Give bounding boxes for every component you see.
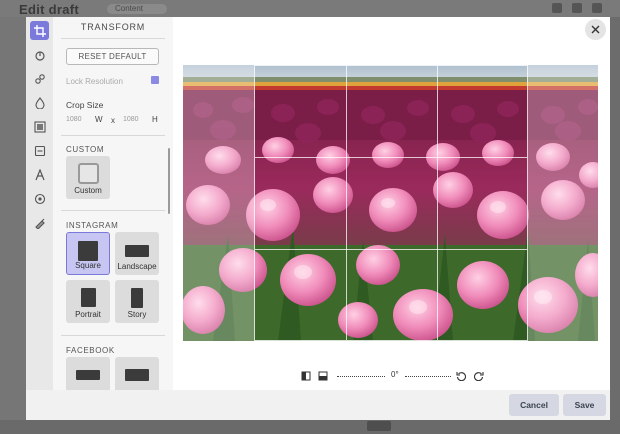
crop-width-input[interactable]: 1080 [66,116,82,123]
save-button[interactable]: Save [563,394,606,416]
preset-label: Story [127,310,147,319]
lock-resolution-label: Lock Resolution [66,77,123,86]
lock-resolution-toggle[interactable] [151,76,159,84]
facebook-post-shape-icon [125,369,149,381]
page-title: Edit draft [19,2,80,17]
crop-grid-line [255,249,527,250]
rotate-left-icon[interactable] [456,371,466,381]
preset-label: Landscape [117,262,157,271]
section-label-custom: CUSTOM [66,145,105,154]
sticker-icon [34,145,45,156]
panel-divider [61,335,165,336]
preset-facebook-1[interactable] [66,357,110,390]
crop-height-input[interactable]: 1080 [123,116,139,123]
rotation-controls: 0° [301,370,491,384]
rotation-slider-right[interactable] [405,376,451,378]
crop-size-inputs: 1080 W x 1080 H [66,115,166,127]
app-header-backdrop: Edit draft Content [0,0,620,17]
text-icon [34,168,45,180]
inbox-icon [552,3,562,13]
rotate-right-icon[interactable] [474,371,484,381]
width-unit-label: W [95,115,103,124]
panel-divider [61,38,165,39]
crop-tool-button[interactable] [30,21,49,40]
frame-icon [33,120,46,133]
story-shape-icon [131,288,143,308]
close-button[interactable] [585,19,606,40]
facebook-cover-shape-icon [76,370,100,380]
tool-rail [26,17,53,390]
preset-label: Custom [74,186,102,195]
rotation-slider-left[interactable] [337,376,385,378]
panel-title: TRANSFORM [80,22,146,32]
modal-footer: Cancel Save [26,390,610,420]
header-icons [552,3,602,13]
transform-panel: TRANSFORM RESET DEFAULT Lock Resolution … [53,17,173,390]
cancel-button[interactable]: Cancel [509,394,559,416]
panel-scrollbar[interactable] [168,148,170,214]
brush-tool-button[interactable] [30,213,49,232]
crop-grid-line [255,157,527,158]
crop-size-label: Crop Size [66,100,104,110]
backdrop-right-edge [610,17,620,434]
section-label-facebook: FACEBOOK [66,346,115,355]
sticker-tool-button[interactable] [30,141,49,160]
status-pill: Content [107,4,167,14]
crop-mask-left [183,65,254,341]
crop-icon [33,24,46,37]
preset-custom[interactable]: Custom [66,156,110,199]
preset-facebook-2[interactable] [115,357,159,390]
adjust-icon [34,73,45,84]
landscape-shape-icon [125,245,149,257]
custom-frame-icon [77,163,99,184]
palette-tool-button[interactable] [30,189,49,208]
crop-frame[interactable] [254,65,528,341]
crop-grid-line [346,66,347,340]
crop-mask-right [528,65,598,341]
backdrop-sidebar [0,17,26,434]
image-editor-modal: TRANSFORM RESET DEFAULT Lock Resolution … [26,17,610,420]
brush-icon [34,218,45,229]
panel-divider [61,135,165,136]
backdrop-footer [0,420,620,434]
panel-divider [61,210,165,211]
preset-label: Square [75,261,101,270]
crop-grid-line [437,66,438,340]
height-unit-label: H [152,115,158,124]
square-shape-icon [78,241,98,261]
fill-icon [34,50,45,61]
rotation-value: 0° [391,370,399,379]
drop-icon [34,96,45,109]
close-icon [591,25,600,34]
preset-landscape[interactable]: Landscape [115,232,159,275]
heart-icon [572,3,582,13]
preset-portrait[interactable]: Portrait [66,280,110,323]
preset-story[interactable]: Story [115,280,159,323]
reset-default-button[interactable]: RESET DEFAULT [66,48,159,65]
preset-square[interactable]: Square [66,232,110,275]
text-tool-button[interactable] [30,165,49,184]
flip-horizontal-icon[interactable] [301,371,311,381]
portrait-shape-icon [80,288,96,307]
backdrop-chip [367,421,391,431]
fill-tool-button[interactable] [30,45,49,64]
user-icon [592,3,602,13]
frame-tool-button[interactable] [30,117,49,136]
flip-vertical-icon[interactable] [318,371,328,381]
preset-label: Portrait [75,310,101,319]
palette-icon [34,193,45,204]
drop-tool-button[interactable] [30,93,49,112]
adjust-tool-button[interactable] [30,69,49,88]
section-label-instagram: INSTAGRAM [66,221,119,230]
dimension-separator: x [111,116,115,125]
